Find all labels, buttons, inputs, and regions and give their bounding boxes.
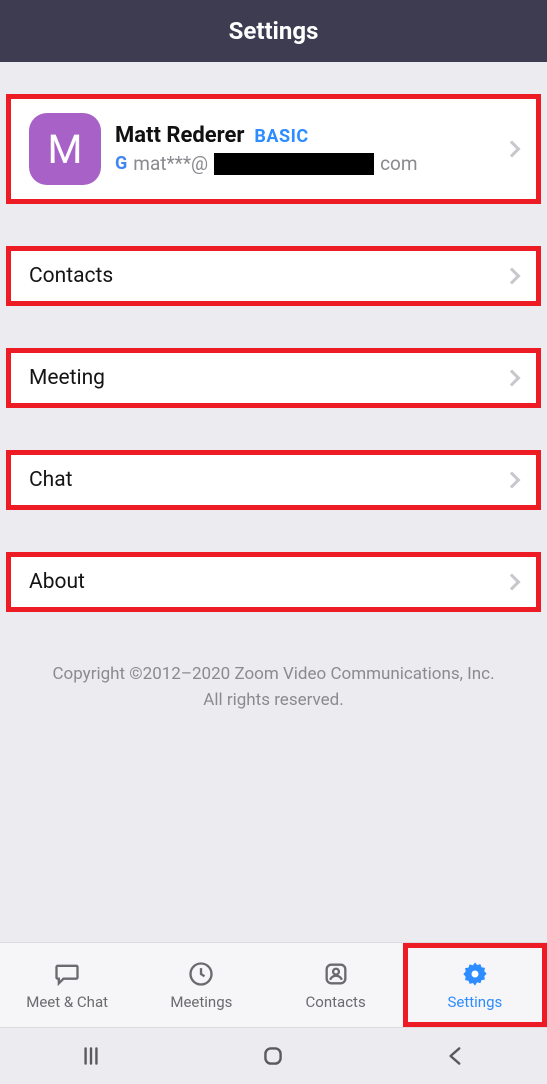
tab-meet-chat[interactable]: Meet & Chat	[0, 943, 134, 1027]
profile-name: Matt Rederer	[115, 123, 244, 148]
google-icon: G	[115, 155, 127, 173]
row-label: Meeting	[29, 366, 105, 390]
tab-label: Meet & Chat	[26, 993, 108, 1011]
chevron-right-icon	[504, 268, 521, 285]
account-badge: BASIC	[254, 126, 308, 147]
tab-label: Settings	[447, 993, 502, 1011]
tab-settings[interactable]: Settings	[403, 943, 547, 1027]
chevron-right-icon	[504, 141, 521, 158]
avatar-initial: M	[48, 126, 83, 173]
gear-icon	[460, 959, 490, 989]
home-button[interactable]	[253, 1036, 293, 1076]
row-label: Contacts	[29, 264, 113, 288]
profile-row[interactable]: M Matt Rederer BASIC G mat***@ com	[6, 94, 541, 204]
settings-row-contacts[interactable]: Contacts	[6, 246, 541, 306]
email-redacted	[214, 153, 374, 175]
bottom-tab-bar: Meet & Chat Meetings Contacts Settings	[0, 942, 547, 1028]
tab-contacts[interactable]: Contacts	[269, 943, 403, 1027]
tab-meetings[interactable]: Meetings	[134, 943, 268, 1027]
android-nav-bar	[0, 1028, 547, 1084]
page-title: Settings	[229, 17, 319, 45]
chevron-right-icon	[504, 370, 521, 387]
profile-text: Matt Rederer BASIC G mat***@ com	[115, 123, 506, 175]
settings-list: M Matt Rederer BASIC G mat***@ com Conta…	[0, 62, 547, 942]
speech-bubble-icon	[52, 959, 82, 989]
settings-row-chat[interactable]: Chat	[6, 450, 541, 510]
email-prefix: mat***@	[133, 152, 208, 175]
email-suffix: com	[380, 152, 417, 175]
copyright-line2: All rights reserved.	[20, 688, 527, 714]
tab-label: Contacts	[306, 993, 366, 1011]
recents-button[interactable]	[71, 1036, 111, 1076]
clock-icon	[186, 959, 216, 989]
back-button[interactable]	[436, 1036, 476, 1076]
row-label: About	[29, 570, 85, 594]
tab-label: Meetings	[170, 993, 232, 1011]
row-label: Chat	[29, 468, 73, 492]
person-icon	[321, 959, 351, 989]
settings-row-meeting[interactable]: Meeting	[6, 348, 541, 408]
chevron-right-icon	[504, 574, 521, 591]
profile-email: G mat***@ com	[115, 152, 506, 175]
settings-row-about[interactable]: About	[6, 552, 541, 612]
copyright-line1: Copyright ©2012–2020 Zoom Video Communic…	[20, 662, 527, 688]
copyright-text: Copyright ©2012–2020 Zoom Video Communic…	[0, 662, 547, 713]
header: Settings	[0, 0, 547, 62]
chevron-right-icon	[504, 472, 521, 489]
avatar: M	[29, 113, 101, 185]
